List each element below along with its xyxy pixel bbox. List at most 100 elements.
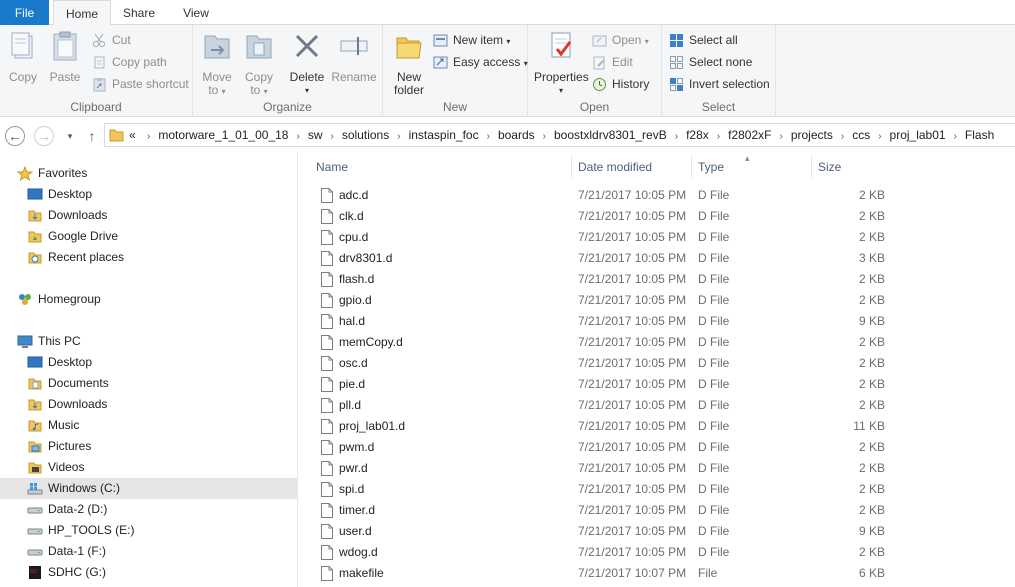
file-row[interactable]: proj_lab01.d 7/21/2017 10:05 PM D File 11 K… — [313, 416, 893, 437]
select-all-button[interactable]: Select all — [669, 30, 738, 50]
recent-locations-button[interactable]: ▾ — [60, 126, 80, 146]
breadcrumb-item[interactable]: f2802xF — [728, 124, 771, 146]
tab-home[interactable]: Home — [53, 0, 111, 26]
file-row[interactable]: pwr.d 7/21/2017 10:05 PM D File 2 KB — [313, 458, 893, 479]
breadcrumb-separator-icon[interactable]: › — [397, 126, 400, 148]
windows-drive-icon — [27, 483, 43, 495]
breadcrumb-separator-icon[interactable]: › — [331, 126, 334, 148]
file-row[interactable]: flash.d 7/21/2017 10:05 PM D File 2 KB — [313, 269, 893, 290]
copy-button[interactable]: Copy — [4, 28, 42, 84]
breadcrumb-separator-icon[interactable]: › — [841, 126, 844, 148]
paste-shortcut-button[interactable]: Paste shortcut — [92, 74, 189, 94]
open-label: Open — [612, 33, 642, 47]
file-type: D File — [698, 209, 730, 223]
file-type: D File — [698, 545, 730, 559]
breadcrumb-separator-icon[interactable]: › — [675, 126, 678, 148]
breadcrumb-item[interactable]: solutions — [342, 124, 389, 146]
file-row[interactable]: timer.d 7/21/2017 10:05 PM D File 2 KB — [313, 500, 893, 521]
breadcrumb-item[interactable]: Flash — [965, 124, 994, 146]
file-list: Name Date modified Type ▴ Size adc.d 7/21… — [299, 152, 1015, 587]
file-date-modified: 7/21/2017 10:05 PM — [578, 251, 687, 265]
file-icon — [321, 356, 333, 371]
file-row[interactable]: hal.d 7/21/2017 10:05 PM D File 9 KB — [313, 311, 893, 332]
breadcrumb-separator-icon[interactable]: › — [779, 126, 782, 148]
file-row[interactable]: drv8301.d 7/21/2017 10:05 PM D File 3 KB — [313, 248, 893, 269]
select-all-icon — [670, 34, 683, 47]
paste-button[interactable]: Paste — [46, 28, 84, 84]
breadcrumb-item[interactable]: ccs — [852, 124, 870, 146]
file-row[interactable]: pll.d 7/21/2017 10:05 PM D File 2 KB — [313, 395, 893, 416]
file-row[interactable]: adc.d 7/21/2017 10:05 PM D File 2 KB — [313, 185, 893, 206]
tab-share[interactable]: Share — [114, 0, 164, 25]
breadcrumb-separator-icon[interactable]: › — [954, 126, 957, 148]
tab-file[interactable]: File — [0, 0, 49, 25]
column-header-size[interactable]: Size — [812, 156, 890, 178]
file-name: gpio.d — [339, 293, 372, 307]
easy-access-button[interactable]: Easy access ▾ — [433, 52, 528, 72]
file-row[interactable]: spi.d 7/21/2017 10:05 PM D File 2 KB — [313, 479, 893, 500]
breadcrumb-item[interactable]: sw — [308, 124, 323, 146]
file-size: 2 KB — [858, 230, 885, 244]
easy-access-label: Easy access — [453, 55, 521, 69]
nav-pc-windows-c[interactable]: Windows (C:) — [0, 478, 297, 499]
file-row[interactable]: osc.d 7/21/2017 10:05 PM D File 2 KB — [313, 353, 893, 374]
file-date-modified: 7/21/2017 10:05 PM — [578, 482, 687, 496]
breadcrumb-separator-icon[interactable]: › — [296, 126, 299, 148]
breadcrumb-item[interactable]: proj_lab01 — [890, 124, 946, 146]
breadcrumb-overflow[interactable]: « — [129, 124, 136, 146]
breadcrumb-item[interactable]: motorware_1_01_00_18 — [158, 124, 288, 146]
file-row[interactable]: pie.d 7/21/2017 10:05 PM D File 2 KB — [313, 374, 893, 395]
file-row[interactable]: pwm.d 7/21/2017 10:05 PM D File 2 KB — [313, 437, 893, 458]
breadcrumb-separator-icon[interactable]: › — [717, 126, 720, 148]
rename-button[interactable]: Rename — [331, 28, 377, 84]
select-none-label: Select none — [689, 55, 753, 69]
file-row[interactable]: wdog.d 7/21/2017 10:05 PM D File 2 KB — [313, 542, 893, 563]
tab-view[interactable]: View — [173, 0, 219, 25]
copy-to-button[interactable]: Copy to ▾ — [241, 28, 277, 98]
breadcrumb-item[interactable]: projects — [791, 124, 833, 146]
breadcrumb-separator-icon[interactable]: › — [147, 126, 150, 148]
file-row[interactable]: gpio.d 7/21/2017 10:05 PM D File 2 KB — [313, 290, 893, 311]
ribbon-tabs: File Home Share View — [0, 0, 1015, 26]
delete-button[interactable]: Delete ▾ — [289, 28, 325, 97]
file-row[interactable]: memCopy.d 7/21/2017 10:05 PM D File 2 KB — [313, 332, 893, 353]
copy-path-button[interactable]: Copy path — [92, 52, 167, 72]
invert-selection-button[interactable]: Invert selection — [669, 74, 770, 94]
breadcrumb-separator-icon[interactable]: › — [878, 126, 881, 148]
address-bar[interactable]: « › motorware_1_01_00_18 › sw › solutions › ins… — [104, 123, 1015, 147]
nav-pc-data-2-d-label: Data-2 (D:) — [48, 502, 108, 516]
breadcrumb-item[interactable]: f28x — [686, 124, 709, 146]
open-button[interactable]: Open ▾ — [592, 30, 649, 50]
file-icon — [321, 482, 333, 497]
select-none-button[interactable]: Select none — [669, 52, 752, 72]
new-item-button[interactable]: New item ▾ — [433, 30, 510, 50]
breadcrumb-item[interactable]: boostxldrv8301_revB — [554, 124, 667, 146]
back-button[interactable]: ← — [5, 126, 25, 146]
new-item-label: New item — [453, 33, 504, 47]
file-size: 3 KB — [858, 251, 885, 265]
up-button[interactable]: ↑ — [82, 126, 102, 146]
column-header-name[interactable]: Name — [310, 156, 572, 178]
file-row[interactable]: cpu.d 7/21/2017 10:05 PM D File 2 KB — [313, 227, 893, 248]
file-date-modified: 7/21/2017 10:05 PM — [578, 314, 687, 328]
breadcrumb-item[interactable]: boards — [498, 124, 535, 146]
cut-button[interactable]: Cut — [92, 30, 131, 50]
forward-button[interactable]: → — [34, 126, 54, 146]
file-row[interactable]: user.d 7/21/2017 10:05 PM D File 9 KB — [313, 521, 893, 542]
column-header-type[interactable]: Type ▴ — [692, 153, 812, 178]
breadcrumb-item[interactable]: instaspin_foc — [409, 124, 479, 146]
move-to-button[interactable]: Move to ▾ — [199, 28, 235, 98]
column-header-date[interactable]: Date modified — [572, 156, 692, 178]
file-icon — [321, 230, 333, 245]
properties-button[interactable]: Properties ▾ — [534, 28, 589, 97]
up-arrow-icon: ↑ — [88, 128, 96, 144]
file-row[interactable]: makefile 7/21/2017 10:07 PM File 6 KB — [313, 563, 893, 584]
breadcrumb-separator-icon[interactable]: › — [487, 126, 490, 148]
copy-label: Copy — [8, 70, 37, 84]
edit-button[interactable]: Edit — [592, 52, 633, 72]
file-row[interactable]: clk.d 7/21/2017 10:05 PM D File 2 KB — [313, 206, 893, 227]
new-folder-button[interactable]: New folder — [389, 28, 429, 97]
breadcrumb-separator-icon[interactable]: › — [543, 126, 546, 148]
homegroup-icon — [19, 294, 31, 305]
history-button[interactable]: History — [592, 74, 649, 94]
